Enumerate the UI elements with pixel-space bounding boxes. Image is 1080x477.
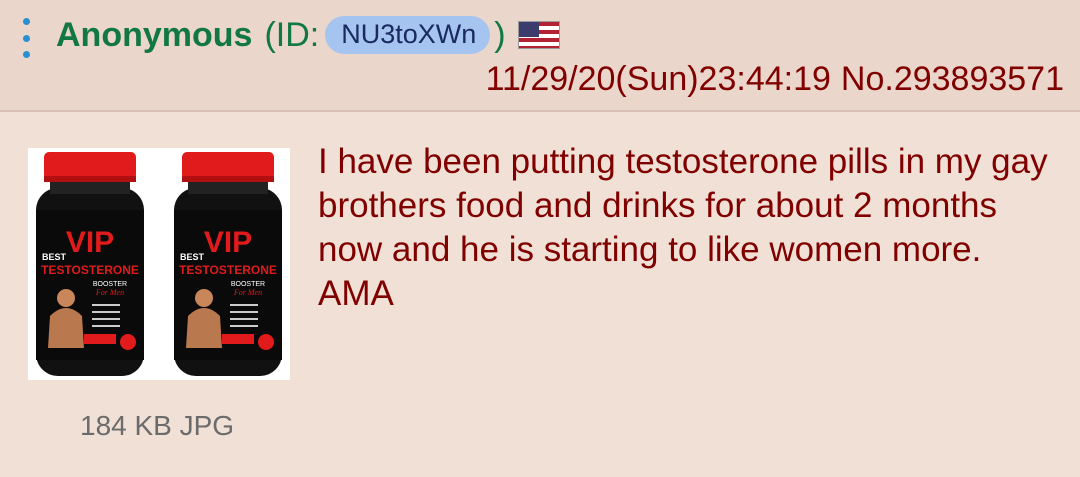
svg-text:BEST: BEST [42,252,67,262]
svg-text:TESTOSTERONE: TESTOSTERONE [179,263,277,277]
svg-text:For Men: For Men [233,288,262,297]
svg-text:VIP: VIP [204,226,252,259]
svg-text:TESTOSTERONE: TESTOSTERONE [41,263,139,277]
us-flag-icon [517,21,560,49]
svg-text:VIP: VIP [66,226,114,259]
post-meta: 11/29/20(Sun)23:44:19 No.293893571 [486,57,1064,101]
menu-dot [22,18,30,25]
poster-id-badge[interactable]: NU3toXWn [325,16,491,54]
post-number-link[interactable]: No.293893571 [841,60,1064,98]
supplement-bottle-image: VIP BEST TESTOSTERONE BOOSTER For Men [36,152,144,376]
post-comment: I have been putting testosterone pills i… [318,142,1048,313]
file-info: 184 KB JPG [80,410,235,441]
post-image-thumbnail[interactable]: VIP BEST TESTOSTERONE BOOSTER For Men VI… [28,148,290,380]
post-datetime: 11/29/20(Sun)23:44:19 [485,60,831,98]
id-close: ) [494,15,506,54]
menu-dot [22,34,30,42]
name-line: Anonymous (ID: NU3toXWn ) [56,12,560,58]
poster-name: Anonymous [56,15,253,54]
post-header: Anonymous (ID: NU3toXWn ) 11/29/20(Sun)2… [0,0,1080,112]
svg-text:BOOSTER: BOOSTER [93,281,127,288]
menu-dot [22,51,30,58]
supplement-bottle-image: VIP BEST TESTOSTERONE BOOSTER For Men [174,152,282,376]
svg-text:For Men: For Men [95,288,124,297]
post-menu-icon[interactable] [20,18,32,58]
svg-text:BEST: BEST [180,252,205,262]
svg-text:BOOSTER: BOOSTER [231,281,265,288]
id-label: (ID: [264,15,320,54]
